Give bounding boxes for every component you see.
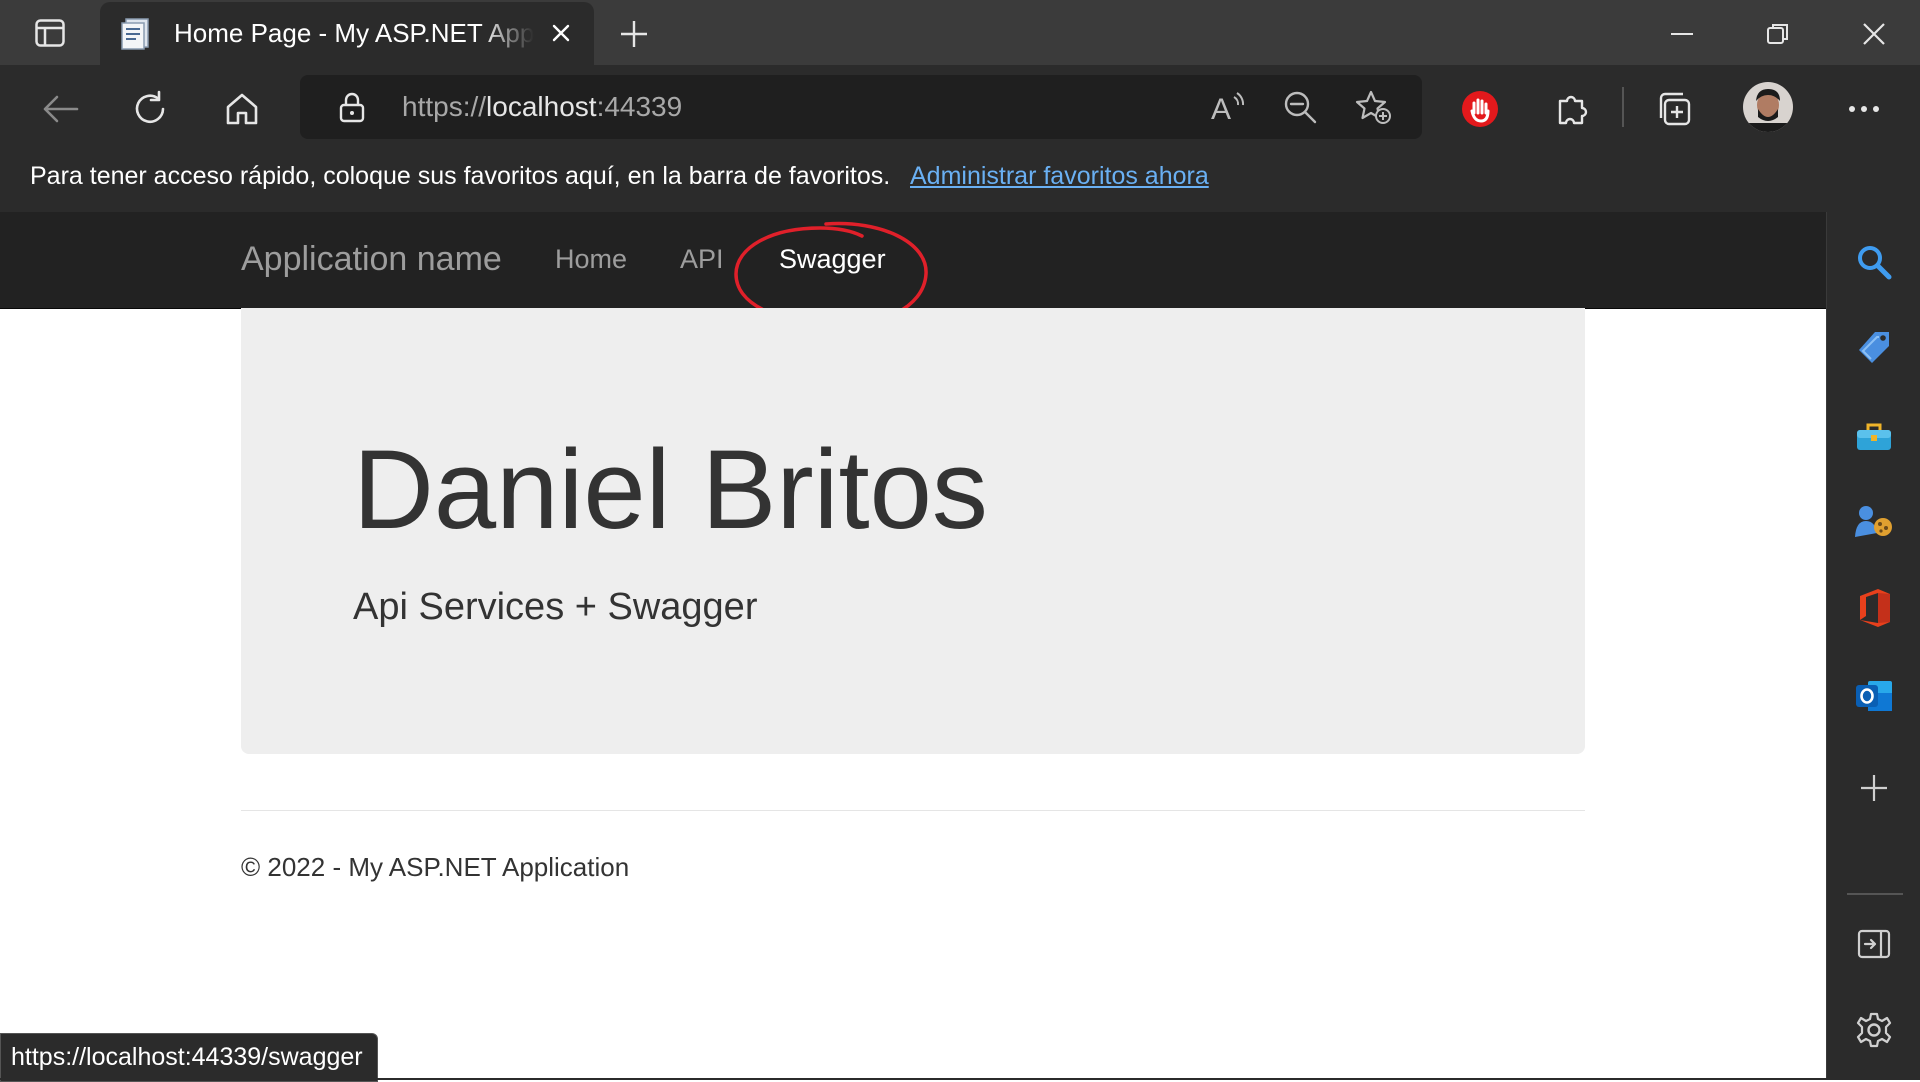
profile-avatar[interactable] (1742, 81, 1794, 133)
url-host: localhost (486, 91, 597, 122)
nav-link-swagger[interactable]: Swagger (779, 244, 886, 275)
outlook-icon[interactable] (1850, 672, 1898, 720)
url-port: :44339 (596, 91, 683, 122)
svg-text:A: A (1211, 93, 1231, 123)
nav-link-api[interactable]: API (680, 244, 724, 275)
site-brand-link[interactable]: Application name (241, 240, 502, 279)
search-icon[interactable] (1850, 238, 1898, 286)
tab-actions-icon[interactable] (28, 16, 72, 50)
add-favorite-icon[interactable] (1354, 87, 1394, 127)
extensions-icon[interactable] (1548, 85, 1596, 133)
more-icon[interactable] (1840, 85, 1888, 133)
new-tab-icon[interactable] (614, 14, 654, 54)
collections-icon[interactable] (1650, 85, 1698, 133)
refresh-icon[interactable] (126, 85, 174, 133)
footer-copyright: © 2022 - My ASP.NET Application (241, 852, 630, 882)
page-favicon-icon (118, 16, 154, 52)
browser-toolbar: https://localhost:44339 A (0, 65, 1920, 150)
settings-icon[interactable] (1850, 1006, 1898, 1054)
add-icon[interactable] (1850, 764, 1898, 812)
read-aloud-icon[interactable]: A (1208, 87, 1248, 127)
adblock-icon[interactable] (1456, 85, 1504, 133)
address-bar[interactable]: https://localhost:44339 A (300, 75, 1422, 139)
tab-title: Home Page - My ASP.NET Application (174, 18, 534, 48)
tools-icon[interactable] (1850, 412, 1898, 460)
jumbotron-title: Daniel Britos (353, 427, 988, 552)
close-tab-icon[interactable] (548, 20, 574, 46)
back-icon[interactable] (36, 85, 84, 133)
footer-divider (241, 810, 1585, 811)
url-scheme: https:// (402, 91, 487, 122)
jumbotron: Daniel Britos Api Services + Swagger (241, 308, 1585, 754)
jumbotron-lead: Api Services + Swagger (353, 586, 758, 628)
lock-icon[interactable] (334, 89, 370, 125)
shopping-tag-icon[interactable] (1850, 324, 1898, 372)
hide-sidebar-icon[interactable] (1850, 920, 1898, 968)
favorites-bar-message: Para tener acceso rápido, coloque sus fa… (30, 162, 891, 190)
browser-titlebar: Home Page - My ASP.NET Application (0, 0, 1920, 65)
status-bar-url: https://localhost:44339/swagger (0, 1033, 378, 1082)
close-window-icon[interactable] (1852, 12, 1896, 56)
url-text[interactable]: https://localhost:44339 (402, 89, 682, 125)
nav-link-home[interactable]: Home (555, 244, 627, 275)
restore-icon[interactable] (1756, 12, 1800, 56)
toolbar-divider (1622, 87, 1624, 127)
office-icon[interactable] (1850, 584, 1898, 632)
games-icon[interactable] (1850, 498, 1898, 546)
home-icon[interactable] (218, 85, 266, 133)
manage-favorites-link[interactable]: Administrar favoritos ahora (910, 162, 1209, 191)
zoom-out-icon[interactable] (1280, 87, 1320, 127)
favorites-bar: Para tener acceso rápido, coloque sus fa… (0, 150, 1920, 212)
active-tab[interactable]: Home Page - My ASP.NET Application (100, 2, 594, 65)
page-viewport: Application name Home API Swagger Daniel… (0, 212, 1826, 1080)
site-navbar: Application name Home API Swagger (0, 212, 1826, 309)
minimize-icon[interactable] (1660, 12, 1704, 56)
sidebar-divider (1847, 893, 1903, 895)
browser-sidebar (1826, 212, 1920, 1080)
